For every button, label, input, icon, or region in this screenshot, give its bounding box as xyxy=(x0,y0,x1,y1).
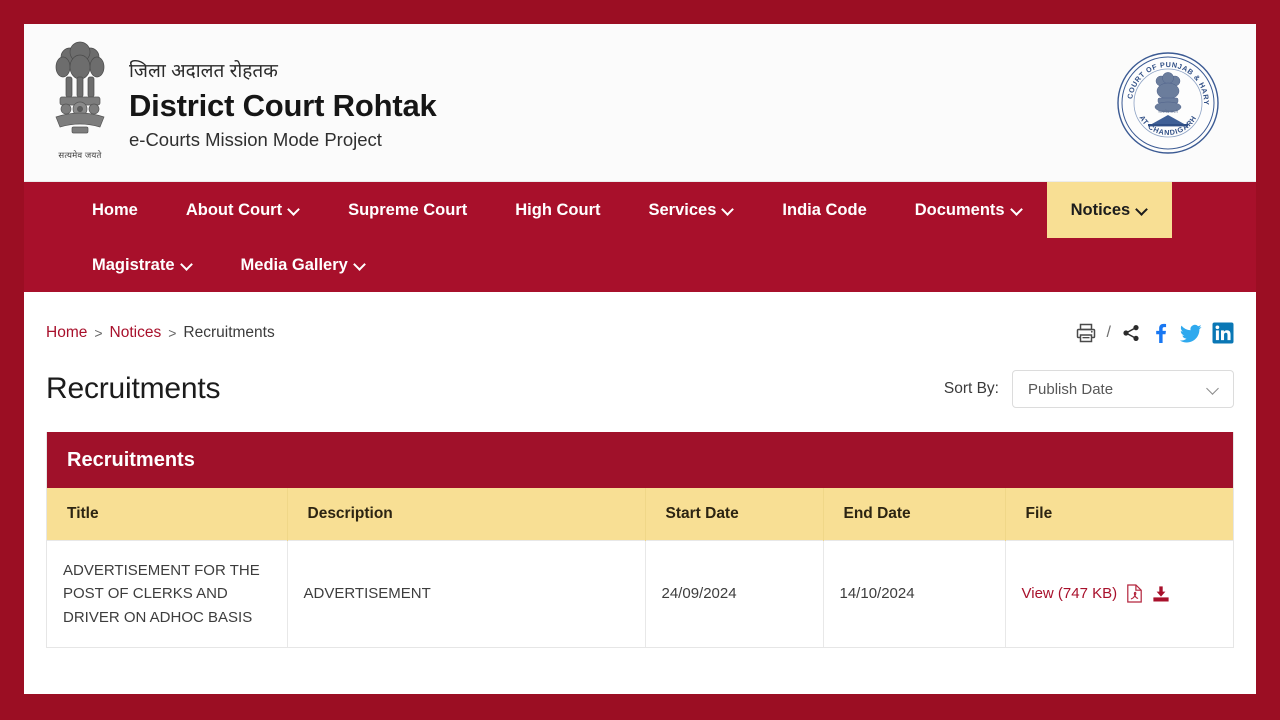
ashoka-lion-capital-icon xyxy=(55,41,105,134)
cell-end-date: 14/10/2024 xyxy=(823,539,1006,647)
page-title-row: Recruitments Sort By: Publish Date xyxy=(46,370,1234,408)
print-icon[interactable] xyxy=(1075,322,1097,344)
nav-item-label: Documents xyxy=(914,200,1005,219)
file-actions: View (747 KB) xyxy=(1022,582,1218,605)
column-header-description[interactable]: Description xyxy=(287,488,646,541)
chevron-down-icon xyxy=(1207,383,1219,395)
chevron-down-icon xyxy=(1012,204,1023,215)
nav-item-label: Home xyxy=(92,200,138,219)
nav-item-label: Media Gallery xyxy=(240,255,348,274)
sort-by-control: Sort By: Publish Date xyxy=(944,370,1234,408)
site-header: सत्यमेव जयते जिला अदालत रोहतक District C… xyxy=(24,24,1256,182)
emblem-motto: सत्यमेव जयते xyxy=(58,150,102,160)
nav-item-about-court[interactable]: About Court xyxy=(162,182,324,238)
table-caption: Recruitments xyxy=(47,432,1233,488)
nav-item-label: Magistrate xyxy=(92,255,175,274)
nav-item-label: Notices xyxy=(1070,200,1131,219)
table-row: ADVERTISEMENT FOR THE POST OF CLERKS AND… xyxy=(47,539,1233,647)
toolbar-separator: / xyxy=(1106,324,1111,341)
table-header-row: Title Description Start Date End Date Fi… xyxy=(47,488,1233,541)
nav-item-home[interactable]: Home xyxy=(68,182,162,238)
breadcrumb-separator: > xyxy=(168,325,177,341)
nav-item-media-gallery[interactable]: Media Gallery xyxy=(217,238,390,292)
chevron-down-icon xyxy=(1137,204,1148,215)
breadcrumb: Home > Notices > Recruitments xyxy=(46,324,275,342)
cell-title: ADVERTISEMENT FOR THE POST OF CLERKS AND… xyxy=(47,539,288,647)
breadcrumb-row: Home > Notices > Recruitments / xyxy=(46,318,1234,348)
breadcrumb-separator: > xyxy=(94,325,103,341)
cell-start-date: 24/09/2024 xyxy=(645,539,824,647)
column-header-end-date[interactable]: End Date xyxy=(823,488,1006,541)
brand-subtitle: e-Courts Mission Mode Project xyxy=(129,129,382,151)
cell-file: View (747 KB) xyxy=(1005,539,1233,647)
nav-item-supreme-court[interactable]: Supreme Court xyxy=(324,182,491,238)
view-file-link[interactable]: View (747 KB) xyxy=(1022,582,1118,605)
nav-item-india-code[interactable]: India Code xyxy=(758,182,890,238)
nav-item-notices[interactable]: Notices xyxy=(1046,182,1173,238)
nav-item-label: Supreme Court xyxy=(348,200,468,219)
chevron-down-icon xyxy=(355,259,366,270)
chevron-down-icon xyxy=(182,259,193,270)
nav-item-magistrate[interactable]: Magistrate xyxy=(68,238,217,292)
twitter-icon[interactable] xyxy=(1179,322,1203,344)
recruitments-table-container: Recruitments Title Description Start Dat… xyxy=(46,432,1234,648)
nav-row-secondary: Magistrate Media Gallery xyxy=(24,238,1256,292)
recruitments-table: Title Description Start Date End Date Fi… xyxy=(47,488,1233,647)
nav-item-label: High Court xyxy=(515,200,601,219)
sort-by-label: Sort By: xyxy=(943,380,999,397)
nav-item-documents[interactable]: Documents xyxy=(891,182,1047,238)
sort-by-value: Publish Date xyxy=(1028,380,1114,398)
main-navigation: Home About Court Supreme Court High Cour… xyxy=(24,182,1256,292)
breadcrumb-link-notices[interactable]: Notices xyxy=(110,324,162,342)
punjab-haryana-high-court-seal-icon: HIGH COURT OF PUNJAB & HARYANA AT CHANDI… xyxy=(1113,44,1219,154)
nav-row-primary: Home About Court Supreme Court High Cour… xyxy=(24,182,1256,238)
nav-item-services[interactable]: Services xyxy=(625,182,759,238)
brand-text-block: जिला अदालत रोहतक District Court Rohtak e… xyxy=(129,60,437,153)
column-header-file[interactable]: File xyxy=(1005,488,1233,541)
breadcrumb-link-home[interactable]: Home xyxy=(46,324,87,342)
breadcrumb-current: Recruitments xyxy=(183,324,275,341)
main-content: Home > Notices > Recruitments / Recruitm… xyxy=(24,292,1256,694)
page-title: Recruitments xyxy=(46,372,221,405)
cell-description: ADVERTISEMENT xyxy=(287,539,646,647)
page-container: सत्यमेव जयते जिला अदालत रोहतक District C… xyxy=(24,24,1256,694)
chevron-down-icon xyxy=(723,204,734,215)
download-icon[interactable] xyxy=(1152,585,1170,603)
nav-item-label: About Court xyxy=(185,200,283,219)
national-emblem: सत्यमेव जयते xyxy=(46,37,114,169)
nav-item-label: Services xyxy=(648,200,717,219)
facebook-icon[interactable] xyxy=(1150,322,1170,344)
column-header-start-date[interactable]: Start Date xyxy=(645,488,824,541)
column-header-title[interactable]: Title xyxy=(47,488,288,541)
pdf-icon[interactable] xyxy=(1126,584,1143,603)
table-body: ADVERTISEMENT FOR THE POST OF CLERKS AND… xyxy=(47,539,1233,647)
sort-by-select[interactable]: Publish Date xyxy=(1012,370,1234,408)
share-icon[interactable] xyxy=(1121,323,1141,343)
brand-title: District Court Rohtak xyxy=(129,87,437,123)
share-toolbar: / xyxy=(1075,322,1234,344)
nav-item-label: India Code xyxy=(782,200,867,219)
table-head: Title Description Start Date End Date Fi… xyxy=(47,488,1233,541)
nav-item-high-court[interactable]: High Court xyxy=(491,182,624,238)
svg-text:सत्यमेव जयते: सत्यमेव जयते xyxy=(1158,109,1178,114)
linkedin-icon[interactable] xyxy=(1212,322,1234,344)
chevron-down-icon xyxy=(289,204,300,215)
brand-hindi-title: जिला अदालत रोहतक xyxy=(129,61,278,82)
high-court-seal: HIGH COURT OF PUNJAB & HARYANA AT CHANDI… xyxy=(1113,44,1220,155)
